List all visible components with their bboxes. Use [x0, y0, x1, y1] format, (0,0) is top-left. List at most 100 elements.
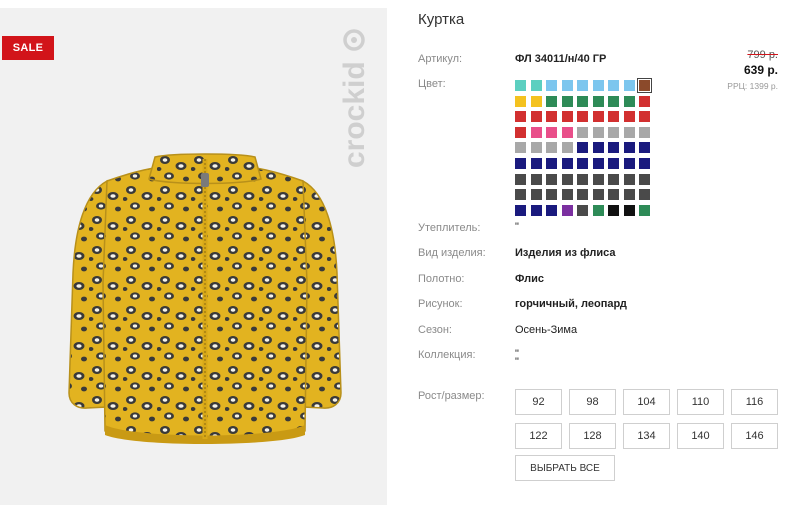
color-swatch[interactable] [637, 78, 652, 93]
sizes-label: Рост/размер: [418, 390, 485, 402]
color-swatch[interactable] [530, 111, 542, 123]
color-swatch[interactable] [561, 189, 573, 201]
color-swatch[interactable] [623, 80, 635, 91]
size-grid: 92 98 104 110 116 122 128 134 140 146 [515, 389, 778, 449]
color-swatch[interactable] [546, 189, 557, 201]
color-swatch[interactable] [561, 95, 573, 107]
color-swatch[interactable] [592, 204, 604, 216]
color-swatch-grid [515, 78, 652, 216]
color-swatch[interactable] [608, 204, 619, 216]
color-swatch[interactable] [530, 157, 542, 169]
size-option[interactable]: 146 [731, 423, 778, 449]
fabric-label: Полотно: [418, 273, 465, 285]
color-swatch[interactable] [561, 173, 573, 185]
color-swatch[interactable] [577, 80, 588, 91]
color-swatch[interactable] [515, 80, 526, 91]
color-swatch[interactable] [577, 204, 588, 216]
svg-text:crockid: crockid [338, 61, 371, 168]
color-swatch[interactable] [623, 111, 635, 123]
color-swatch[interactable] [530, 142, 542, 154]
product-photo[interactable]: SALE crockid [0, 8, 387, 505]
color-swatch[interactable] [608, 80, 619, 91]
color-swatch[interactable] [561, 157, 573, 169]
color-swatch[interactable] [515, 173, 526, 185]
color-swatch[interactable] [530, 204, 542, 216]
color-swatch[interactable] [592, 173, 604, 185]
color-swatch[interactable] [515, 189, 526, 201]
color-swatch[interactable] [530, 95, 542, 107]
color-swatch[interactable] [561, 126, 573, 138]
color-swatch[interactable] [577, 173, 588, 185]
color-swatch[interactable] [592, 95, 604, 107]
color-swatch[interactable] [623, 126, 635, 138]
color-swatch[interactable] [639, 111, 650, 123]
color-swatch[interactable] [515, 95, 526, 107]
color-swatch[interactable] [530, 126, 542, 138]
color-swatch[interactable] [546, 204, 557, 216]
size-option[interactable]: 134 [623, 423, 670, 449]
size-option[interactable]: 122 [515, 423, 562, 449]
color-swatch[interactable] [515, 142, 526, 154]
color-swatch[interactable] [530, 173, 542, 185]
size-option[interactable]: 116 [731, 389, 778, 415]
color-swatch[interactable] [639, 173, 650, 185]
color-swatch[interactable] [546, 80, 557, 91]
color-swatch[interactable] [623, 142, 635, 154]
color-swatch[interactable] [577, 189, 588, 201]
color-swatch[interactable] [623, 95, 635, 107]
color-swatch[interactable] [623, 173, 635, 185]
color-swatch[interactable] [623, 204, 635, 216]
color-swatch[interactable] [561, 204, 573, 216]
color-swatch[interactable] [515, 204, 526, 216]
color-swatch[interactable] [608, 111, 619, 123]
color-swatch[interactable] [546, 95, 557, 107]
color-swatch[interactable] [546, 173, 557, 185]
color-swatch[interactable] [592, 80, 604, 91]
color-swatch[interactable] [577, 111, 588, 123]
select-all-button[interactable]: ВЫБРАТЬ ВСЕ [515, 455, 615, 481]
color-swatch[interactable] [577, 95, 588, 107]
color-swatch[interactable] [639, 142, 650, 154]
size-option[interactable]: 140 [677, 423, 724, 449]
color-swatch[interactable] [592, 111, 604, 123]
color-swatch[interactable] [577, 142, 588, 154]
color-swatch[interactable] [608, 157, 619, 169]
color-swatch[interactable] [515, 157, 526, 169]
color-swatch[interactable] [639, 157, 650, 169]
color-swatch[interactable] [561, 142, 573, 154]
color-swatch[interactable] [546, 111, 557, 123]
size-option[interactable]: 110 [677, 389, 724, 415]
color-swatch[interactable] [608, 189, 619, 201]
color-swatch[interactable] [608, 142, 619, 154]
color-swatch[interactable] [515, 126, 526, 138]
size-option[interactable]: 104 [623, 389, 670, 415]
size-option[interactable]: 128 [569, 423, 616, 449]
color-swatch[interactable] [639, 189, 650, 201]
color-swatch[interactable] [639, 95, 650, 107]
color-swatch[interactable] [530, 189, 542, 201]
color-swatch[interactable] [546, 126, 557, 138]
color-swatch[interactable] [577, 157, 588, 169]
color-swatch[interactable] [530, 80, 542, 91]
color-swatch[interactable] [592, 189, 604, 201]
collection-label: Коллекция: [418, 349, 476, 361]
fabric-value: Флис [515, 273, 544, 285]
color-swatch[interactable] [577, 126, 588, 138]
color-swatch[interactable] [546, 157, 557, 169]
color-swatch[interactable] [639, 126, 650, 138]
size-option[interactable]: 92 [515, 389, 562, 415]
color-swatch[interactable] [608, 95, 619, 107]
color-swatch[interactable] [608, 126, 619, 138]
color-swatch[interactable] [623, 157, 635, 169]
color-swatch[interactable] [546, 142, 557, 154]
color-swatch[interactable] [561, 111, 573, 123]
size-option[interactable]: 98 [569, 389, 616, 415]
color-swatch[interactable] [515, 111, 526, 123]
color-swatch[interactable] [592, 126, 604, 138]
color-swatch[interactable] [561, 80, 573, 91]
color-swatch[interactable] [639, 204, 650, 216]
color-swatch[interactable] [592, 157, 604, 169]
color-swatch[interactable] [592, 142, 604, 154]
color-swatch[interactable] [608, 173, 619, 185]
color-swatch[interactable] [623, 189, 635, 201]
